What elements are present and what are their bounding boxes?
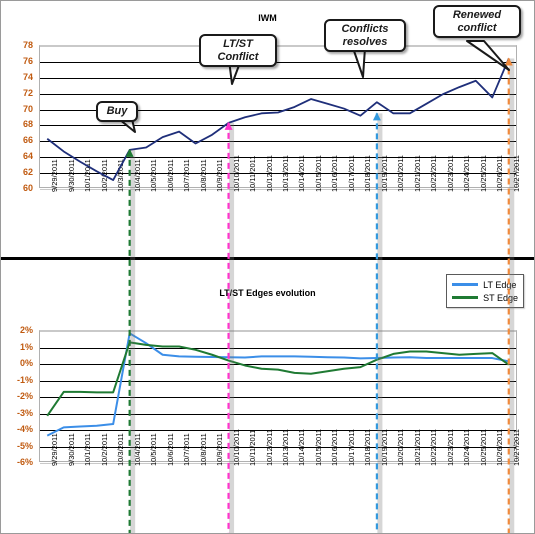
callout-buy[interactable]: Buy <box>96 101 138 122</box>
callout-renewed-conflict-line2: conflict <box>457 21 497 34</box>
callout-conflicts-resolves-line2: resolves <box>342 35 388 48</box>
callout-conflicts-resolves-line1: Conflicts <box>341 23 389 35</box>
callout-renewed-conflict-line1: Renewed <box>452 9 502 21</box>
callout-buy-label: Buy <box>106 105 128 117</box>
callout-conflicts-resolves[interactable]: Conflicts resolves <box>324 19 406 53</box>
bottom-chart-series-layer <box>46 332 510 437</box>
callout-ltst-conflict-line1: LT/ST <box>223 38 253 50</box>
callout-ltst-conflict[interactable]: LT/ST Conflict <box>199 34 277 68</box>
chart-screenshot: IWM 78 76 74 72 70 68 66 64 62 60 9/29/2011 9/30/2… <box>0 0 535 534</box>
bottom-chart-panel: LT/ST Edges evolution LT Edge ST Edge 2% 1… <box>1 260 534 533</box>
callout-renewed-conflict[interactable]: Renewed conflict <box>433 5 521 39</box>
callout-ltst-conflict-line2: Conflict <box>217 50 259 63</box>
